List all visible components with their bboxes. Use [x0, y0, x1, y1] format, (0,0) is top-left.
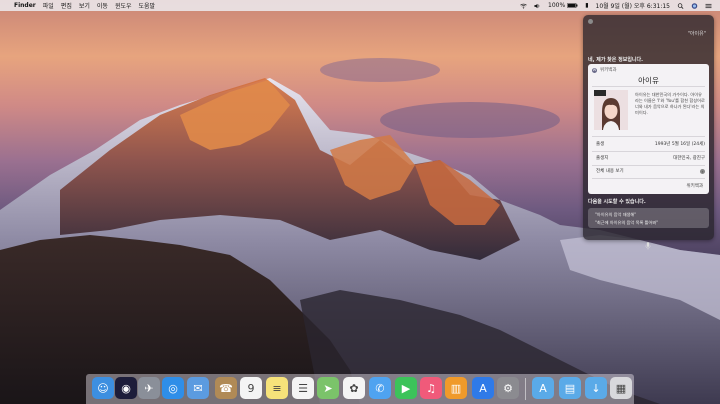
- dock-siri-icon[interactable]: ◉: [115, 377, 137, 399]
- info-icon[interactable]: ›: [700, 168, 705, 174]
- card-source: W 위키백과: [592, 67, 617, 73]
- suggestion-item[interactable]: "아이유의 음악 재생해": [595, 212, 636, 218]
- menu-go[interactable]: 이동: [97, 1, 108, 10]
- dock-photos-icon[interactable]: ✿: [343, 377, 365, 399]
- siri-query: "아이유": [687, 31, 706, 37]
- dock-app-store-icon[interactable]: A: [472, 377, 494, 399]
- dock-notes-icon[interactable]: ≡: [266, 377, 288, 399]
- card-divider: [592, 151, 705, 152]
- card-row-value: 1993년 5월 16일 (24세): [654, 142, 705, 147]
- card-row-label: 출생: [596, 142, 605, 147]
- wikipedia-icon: W: [592, 67, 597, 73]
- dock-separator: [525, 378, 526, 400]
- card-divider: [592, 165, 705, 166]
- dock-applications-folder-icon[interactable]: A: [532, 377, 554, 399]
- dock-itunes-icon[interactable]: ♫: [420, 377, 442, 399]
- menu-window[interactable]: 윈도우: [115, 1, 132, 10]
- menu-edit[interactable]: 편집: [61, 1, 72, 10]
- card-title: 아이유: [638, 76, 659, 85]
- see-all-label: 전체 내용 보기: [596, 169, 624, 174]
- dock-trash-icon[interactable]: ▦: [610, 377, 632, 399]
- menubar-clock[interactable]: 10월 9일 (월) 오후 6:31:15: [596, 1, 671, 10]
- microphone-icon[interactable]: [645, 242, 651, 250]
- siri-response-text: 네, 제가 찾은 정보입니다.: [588, 57, 644, 63]
- dock-finder-icon[interactable]: ☺: [92, 377, 114, 399]
- dock-safari-icon[interactable]: ◎: [162, 377, 184, 399]
- card-row-label: 출생지: [596, 156, 609, 161]
- dock-downloads-folder-icon[interactable]: ↓: [585, 377, 607, 399]
- dock-maps-icon[interactable]: ➤: [317, 377, 339, 399]
- card-source-label: 위키백과: [600, 68, 617, 73]
- app-menu-finder[interactable]: Finder: [14, 2, 36, 9]
- battery-percent: 100%: [548, 2, 566, 9]
- siri-close-button[interactable]: [588, 19, 593, 24]
- wikipedia-card[interactable]: W 위키백과 아이유 아이유는 대한민국의 가수이다. 아이유라는 이름은 'I…: [588, 64, 709, 194]
- wifi-icon[interactable]: [520, 3, 527, 9]
- notification-center-icon[interactable]: [705, 3, 712, 9]
- card-row-value: 대한민국, 광진구: [673, 156, 705, 161]
- menubar-flag-icon[interactable]: ▮: [585, 2, 588, 9]
- card-divider: [592, 178, 705, 179]
- dock-ibooks-icon[interactable]: ▥: [445, 377, 467, 399]
- dock-messages-icon[interactable]: ✆: [369, 377, 391, 399]
- suggestions-box: "아이유의 음악 재생해" "최근에 아이유의 음악 목록 틀어봐": [588, 208, 709, 228]
- dock: ☺ ◉ ✈ ◎ ✉ ☎ 9 ≡ ☰ ➤ ✿ ✆ ▶ ♫ ▥ A ⚙ A ▤ ↓ ▦: [86, 374, 634, 404]
- portrait-image: [594, 90, 628, 130]
- dock-mail-icon[interactable]: ✉: [187, 377, 209, 399]
- dock-calendar-icon[interactable]: 9: [240, 377, 262, 399]
- siri-panel: "아이유" 네, 제가 찾은 정보입니다. W 위키백과 아이유 아이유는 대한…: [583, 15, 714, 250]
- volume-icon[interactable]: [534, 3, 541, 9]
- menu-help[interactable]: 도움말: [139, 1, 156, 10]
- battery-icon: [567, 3, 578, 8]
- suggestions-title: 다음을 시도할 수 있습니다.: [588, 199, 646, 205]
- menu-bar: Finder 파일 편집 보기 이동 윈도우 도움말 100% ▮ 10월 9일…: [0, 0, 720, 11]
- card-row-birthplace: 출생지 대한민국, 광진구: [596, 155, 705, 161]
- card-description: 아이유는 대한민국의 가수이다. 아이유라는 이름은 'I'와 'You'를 합…: [635, 92, 705, 115]
- dock-reminders-icon[interactable]: ☰: [292, 377, 314, 399]
- suggestion-item[interactable]: "최근에 아이유의 음악 목록 틀어봐": [595, 220, 658, 226]
- dock-launchpad-icon[interactable]: ✈: [138, 377, 160, 399]
- card-divider: [592, 136, 705, 137]
- card-footer-source[interactable]: 위키백과: [686, 183, 703, 189]
- siri-menubar-icon[interactable]: [691, 2, 698, 9]
- artist-photo: [594, 90, 628, 130]
- dock-contacts-icon[interactable]: ☎: [215, 377, 237, 399]
- card-row-birth: 출생 1993년 5월 16일 (24세): [596, 141, 705, 147]
- menu-file[interactable]: 파일: [43, 1, 54, 10]
- battery-status[interactable]: 100%: [548, 2, 578, 9]
- spotlight-icon[interactable]: [677, 2, 684, 9]
- card-divider: [592, 86, 705, 87]
- dock-system-preferences-icon[interactable]: ⚙: [497, 377, 519, 399]
- menu-view[interactable]: 보기: [79, 1, 90, 10]
- dock-documents-folder-icon[interactable]: ▤: [559, 377, 581, 399]
- dock-facetime-icon[interactable]: ▶: [395, 377, 417, 399]
- see-all-row[interactable]: 전체 내용 보기 ›: [596, 168, 705, 174]
